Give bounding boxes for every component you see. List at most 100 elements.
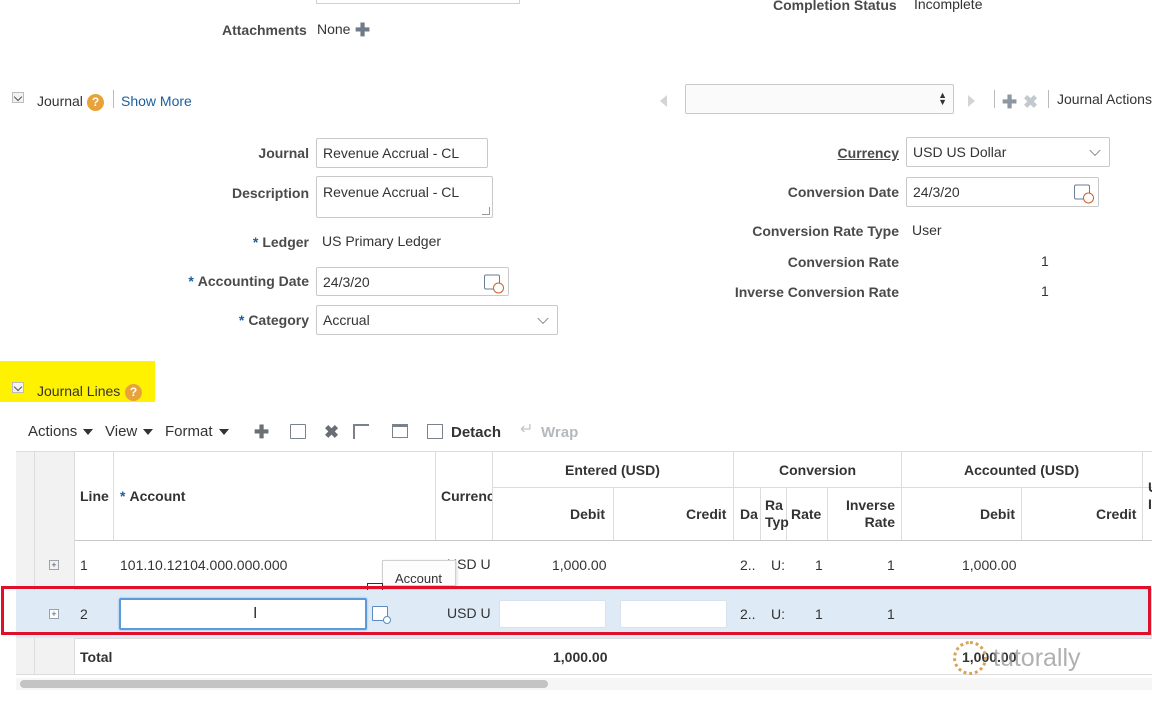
detach-button[interactable]: Detach	[451, 424, 501, 441]
nav-divider	[994, 90, 995, 108]
total-entered-debit: 1,000.00	[553, 649, 608, 665]
header-currency[interactable]: Currenc	[441, 488, 492, 504]
row1-date[interactable]: 2..	[740, 557, 756, 573]
col-divider	[113, 452, 114, 540]
expand-row-icon[interactable]: +	[49, 560, 59, 570]
ledger-value: US Primary Ledger	[322, 233, 442, 249]
journal-lines-help-icon[interactable]: ?	[125, 384, 142, 401]
description-textarea[interactable]: Revenue Accrual - CL	[316, 176, 493, 218]
add-journal-icon[interactable]: ✚	[1002, 93, 1017, 111]
journal-navigation-select[interactable]: ▲ ▼	[685, 84, 954, 114]
resize-handle-icon[interactable]	[482, 207, 490, 215]
view-menu[interactable]: View	[105, 423, 154, 440]
query-by-example-icon[interactable]	[392, 424, 408, 438]
row1-entered-debit[interactable]: 1,000.00	[552, 557, 607, 573]
wrap-button[interactable]: Wrap	[541, 424, 578, 441]
top-partial-input[interactable]	[316, 0, 520, 4]
header-accounted-group: Accounted (USD)	[964, 462, 1080, 478]
inverse-conversion-rate-value: 1	[1041, 283, 1049, 299]
description-label: Description	[231, 185, 309, 201]
actions-menu[interactable]: Actions	[28, 423, 94, 440]
chevron-down-icon	[537, 312, 549, 325]
accounting-date-label: * Accounting Date	[188, 273, 309, 289]
required-marker: *	[188, 273, 194, 289]
header-rate-type-line1: Ra	[765, 497, 783, 513]
row1-rate-type[interactable]: U:	[771, 557, 785, 573]
category-select[interactable]: Accrual	[316, 305, 558, 335]
header-accounted-debit[interactable]: Debit	[980, 506, 1015, 522]
journal-lines-title: Journal Lines	[37, 383, 121, 399]
header-accounted-credit[interactable]: Credit	[1096, 506, 1136, 522]
watermark-text: tutorally	[993, 644, 1081, 672]
show-more-link[interactable]: Show More	[121, 93, 192, 109]
delete-journal-icon[interactable]: ✖	[1023, 93, 1038, 111]
journal-field-label: Journal	[258, 145, 309, 161]
completion-status-value: Incomplete	[914, 0, 983, 12]
detach-icon[interactable]	[427, 424, 443, 439]
spinner-icon: ▲ ▼	[938, 90, 947, 107]
ledger-label: * Ledger	[253, 234, 309, 250]
header-cut-line1: U	[1148, 479, 1152, 495]
group-header-divider	[493, 487, 1152, 488]
watermark-logo-icon	[953, 641, 987, 675]
row-header-column	[16, 452, 74, 674]
header-inverse-rate-line2: Rate	[864, 514, 895, 530]
required-marker: *	[252, 234, 259, 250]
required-marker: *	[238, 312, 245, 328]
header-conversion-date[interactable]: Da	[740, 506, 758, 522]
attachments-label: Attachments	[222, 22, 307, 38]
header-entered-credit[interactable]: Credit	[686, 506, 726, 522]
selection-highlight-frame	[1, 586, 1151, 635]
calendar-icon[interactable]	[1074, 184, 1094, 204]
header-account[interactable]: * Account	[120, 488, 185, 504]
col-divider	[613, 487, 614, 540]
conversion-rate-value: 1	[1041, 253, 1049, 269]
add-row-icon[interactable]: ✚	[254, 423, 269, 441]
previous-arrow-icon[interactable]	[660, 95, 667, 107]
conversion-date-input[interactable]: 24/3/20	[906, 177, 1099, 207]
journal-collapse-icon[interactable]	[12, 92, 24, 103]
journal-name-value: Revenue Accrual - CL	[323, 145, 460, 161]
row1-accounted-debit: 1,000.00	[962, 557, 1017, 573]
format-menu[interactable]: Format	[165, 423, 229, 440]
header-account-text: Account	[129, 488, 186, 504]
row1-line: 1	[80, 557, 88, 573]
row1-account[interactable]: 101.10.12104.000.000.000	[120, 557, 287, 573]
header-bottom-border	[16, 540, 1152, 541]
account-tooltip-text: Account	[395, 571, 442, 586]
journal-help-icon[interactable]: ?	[87, 94, 104, 111]
edit-row-icon[interactable]	[290, 424, 306, 439]
category-value: Accrual	[323, 312, 370, 328]
accounting-date-input[interactable]: 24/3/20	[316, 267, 509, 296]
next-arrow-icon[interactable]	[968, 95, 975, 107]
header-rate-type[interactable]: Ra Typ	[765, 497, 789, 531]
col-divider	[492, 452, 493, 540]
col-divider	[901, 452, 902, 540]
category-label-text: Category	[248, 312, 309, 328]
format-menu-label: Format	[165, 423, 213, 440]
header-inverse-rate[interactable]: Inverse Rate	[846, 497, 895, 531]
delete-row-icon[interactable]: ✖	[324, 423, 339, 441]
conversion-date-value: 24/3/20	[913, 184, 960, 200]
account-tooltip: Account	[382, 560, 456, 586]
header-line[interactable]: Line	[80, 488, 109, 504]
currency-select[interactable]: USD US Dollar	[906, 137, 1110, 167]
journal-name-input[interactable]: Revenue Accrual - CL	[316, 138, 488, 168]
required-marker: *	[120, 488, 126, 504]
accounting-date-label-text: Accounting Date	[197, 273, 309, 289]
col-divider	[827, 487, 828, 540]
horizontal-scrollbar-thumb[interactable]	[20, 680, 548, 688]
journal-actions-menu[interactable]: Journal Actions	[1057, 91, 1152, 107]
currency-label[interactable]: Currency	[838, 145, 899, 161]
header-entered-debit[interactable]: Debit	[570, 506, 605, 522]
wrap-icon[interactable]: ↵	[520, 421, 533, 439]
journal-lines-collapse-icon[interactable]	[12, 382, 24, 393]
total-bottom-border	[16, 674, 1152, 675]
calendar-icon[interactable]	[484, 274, 504, 293]
header-cut-column: UI	[1148, 479, 1152, 513]
conversion-date-label: Conversion Date	[787, 184, 899, 200]
add-attachment-icon[interactable]: ✚	[355, 21, 370, 39]
header-rate[interactable]: Rate	[791, 506, 821, 522]
freeze-icon[interactable]	[353, 424, 369, 439]
total-top-border	[16, 638, 1152, 639]
